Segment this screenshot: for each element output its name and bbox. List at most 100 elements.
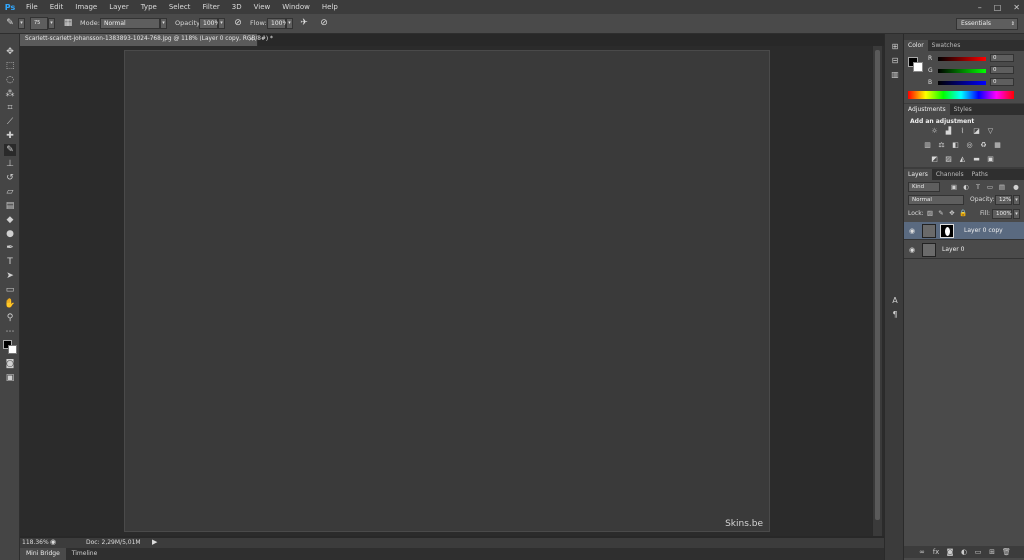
blur-tool-icon[interactable]: ◆ bbox=[4, 214, 16, 226]
shape-tool-icon[interactable]: ▭ bbox=[4, 284, 16, 296]
red-slider-track[interactable] bbox=[938, 57, 986, 61]
add-mask-icon[interactable]: ◙ bbox=[946, 548, 954, 556]
layer-filter-select[interactable]: Kind bbox=[908, 182, 940, 192]
layer-opacity-input[interactable]: 12% bbox=[995, 195, 1012, 205]
filter-smart-object-icon[interactable]: ▤ bbox=[998, 183, 1006, 191]
crop-tool-icon[interactable]: ⌗ bbox=[4, 102, 16, 114]
menu-3d[interactable]: 3D bbox=[226, 0, 248, 14]
tab-layers[interactable]: Layers bbox=[904, 169, 932, 180]
tab-mini-bridge[interactable]: Mini Bridge bbox=[20, 548, 66, 560]
blue-slider[interactable]: B 0 bbox=[928, 78, 1020, 87]
green-value-input[interactable]: 0 bbox=[990, 66, 1014, 74]
path-select-tool-icon[interactable]: ➤ bbox=[4, 270, 16, 282]
filter-type-icon[interactable]: T bbox=[974, 183, 982, 191]
close-icon[interactable]: × bbox=[248, 35, 254, 43]
opacity-input[interactable]: 100% bbox=[199, 18, 220, 29]
tab-timeline[interactable]: Timeline bbox=[66, 548, 104, 560]
lock-transparent-icon[interactable]: ▨ bbox=[926, 209, 934, 217]
minimize-icon[interactable]: – bbox=[978, 3, 982, 12]
color-balance-icon[interactable]: ⚖ bbox=[937, 141, 946, 150]
info-panel-icon[interactable]: ▥ bbox=[890, 70, 900, 80]
layer-opacity-dropdown[interactable]: ▾ bbox=[1013, 195, 1020, 205]
photo-filter-icon[interactable]: ◎ bbox=[965, 141, 974, 150]
menu-window[interactable]: Window bbox=[276, 0, 316, 14]
layer-mask-thumbnail[interactable] bbox=[940, 224, 954, 238]
fill-dropdown[interactable]: ▾ bbox=[1013, 209, 1020, 219]
lock-all-icon[interactable]: 🔒 bbox=[959, 209, 967, 217]
tool-preset-dropdown[interactable]: ▾ bbox=[18, 18, 25, 29]
menu-view[interactable]: View bbox=[248, 0, 277, 14]
filter-pixel-icon[interactable]: ▣ bbox=[950, 183, 958, 191]
screen-mode-icon[interactable]: ▣ bbox=[4, 372, 16, 384]
blue-value-input[interactable]: 0 bbox=[990, 78, 1014, 86]
filter-shape-icon[interactable]: ▭ bbox=[986, 183, 994, 191]
opacity-dropdown[interactable]: ▾ bbox=[218, 18, 225, 29]
hue-saturation-icon[interactable]: ▥ bbox=[923, 141, 932, 150]
properties-panel-icon[interactable]: ⊟ bbox=[890, 56, 900, 66]
background-color-swatch[interactable] bbox=[8, 345, 17, 354]
type-tool-icon[interactable]: T bbox=[4, 256, 16, 268]
move-tool-icon[interactable]: ✥ bbox=[4, 46, 16, 58]
dodge-tool-icon[interactable]: ● bbox=[4, 228, 16, 240]
document-tab[interactable]: Scarlett-scarlett-johansson-1383893-1024… bbox=[20, 34, 273, 46]
pressure-opacity-icon[interactable]: ⊘ bbox=[232, 17, 244, 30]
tab-swatches[interactable]: Swatches bbox=[928, 40, 965, 51]
filter-toggle-icon[interactable]: ● bbox=[1012, 183, 1020, 191]
gradient-map-icon[interactable]: ▬ bbox=[972, 155, 981, 164]
menu-layer[interactable]: Layer bbox=[103, 0, 135, 14]
pen-tool-icon[interactable]: ✒ bbox=[4, 242, 16, 254]
black-white-icon[interactable]: ◧ bbox=[951, 141, 960, 150]
brush-panel-icon[interactable]: ▦ bbox=[62, 17, 74, 30]
new-layer-icon[interactable]: ⊞ bbox=[988, 548, 996, 556]
filter-adjustment-icon[interactable]: ◐ bbox=[962, 183, 970, 191]
menu-type[interactable]: Type bbox=[135, 0, 163, 14]
menu-help[interactable]: Help bbox=[316, 0, 344, 14]
tab-paths[interactable]: Paths bbox=[968, 169, 992, 180]
lasso-tool-icon[interactable]: ◌ bbox=[4, 74, 16, 86]
new-adjustment-layer-icon[interactable]: ◐ bbox=[960, 548, 968, 556]
layer-style-icon[interactable]: fx bbox=[932, 548, 940, 556]
exposure-icon[interactable]: ◪ bbox=[972, 127, 981, 136]
more-tools-icon[interactable]: ⋯ bbox=[4, 326, 16, 338]
blue-slider-track[interactable] bbox=[938, 81, 986, 85]
character-panel-icon[interactable]: A bbox=[890, 296, 900, 306]
new-group-icon[interactable]: ▭ bbox=[974, 548, 982, 556]
layer-row[interactable]: ◉ Layer 0 bbox=[904, 241, 1024, 259]
gradient-tool-icon[interactable]: ▤ bbox=[4, 200, 16, 212]
quick-mask-icon[interactable]: ◙ bbox=[4, 358, 16, 370]
layer-name[interactable]: Layer 0 copy bbox=[964, 227, 1003, 234]
background-color-swatch[interactable] bbox=[913, 62, 923, 72]
marquee-tool-icon[interactable]: ⬚ bbox=[4, 60, 16, 72]
lock-pixels-icon[interactable]: ✎ bbox=[937, 209, 945, 217]
pressure-size-icon[interactable]: ⊘ bbox=[318, 17, 330, 30]
status-options-icon[interactable]: ◉ bbox=[50, 538, 56, 546]
delete-layer-icon[interactable]: 🗑 bbox=[1002, 548, 1011, 556]
brush-size-picker[interactable]: 75 bbox=[30, 17, 48, 30]
fill-input[interactable]: 100% bbox=[992, 209, 1012, 219]
eye-icon[interactable]: ◉ bbox=[908, 227, 916, 235]
mode-dropdown[interactable]: ▾ bbox=[160, 18, 167, 29]
menu-image[interactable]: Image bbox=[69, 0, 103, 14]
brightness-contrast-icon[interactable]: ☼ bbox=[930, 127, 939, 136]
healing-brush-tool-icon[interactable]: ✚ bbox=[4, 130, 16, 142]
document-canvas[interactable]: Skins.be bbox=[124, 50, 770, 532]
brush-tool-icon[interactable]: ✎ bbox=[4, 17, 16, 30]
blend-mode-select[interactable]: Normal bbox=[908, 195, 964, 205]
link-layers-icon[interactable]: ∞ bbox=[918, 548, 926, 556]
color-spectrum[interactable] bbox=[908, 91, 1014, 99]
color-lookup-icon[interactable]: ▦ bbox=[993, 141, 1002, 150]
flow-dropdown[interactable]: ▾ bbox=[286, 18, 293, 29]
tab-color[interactable]: Color bbox=[904, 40, 928, 51]
threshold-icon[interactable]: ◭ bbox=[958, 155, 967, 164]
layer-row[interactable]: ◉ Layer 0 copy bbox=[904, 222, 1024, 240]
lock-position-icon[interactable]: ✥ bbox=[948, 209, 956, 217]
invert-icon[interactable]: ◩ bbox=[930, 155, 939, 164]
tab-channels[interactable]: Channels bbox=[932, 169, 968, 180]
green-slider-track[interactable] bbox=[938, 69, 986, 73]
green-slider[interactable]: G 0 bbox=[928, 66, 1020, 75]
tab-styles[interactable]: Styles bbox=[950, 104, 976, 115]
hand-tool-icon[interactable]: ✋ bbox=[4, 298, 16, 310]
vertical-scrollbar[interactable] bbox=[872, 46, 882, 536]
quick-select-tool-icon[interactable]: ⁂ bbox=[4, 88, 16, 100]
mode-select[interactable]: Normal bbox=[100, 18, 160, 29]
